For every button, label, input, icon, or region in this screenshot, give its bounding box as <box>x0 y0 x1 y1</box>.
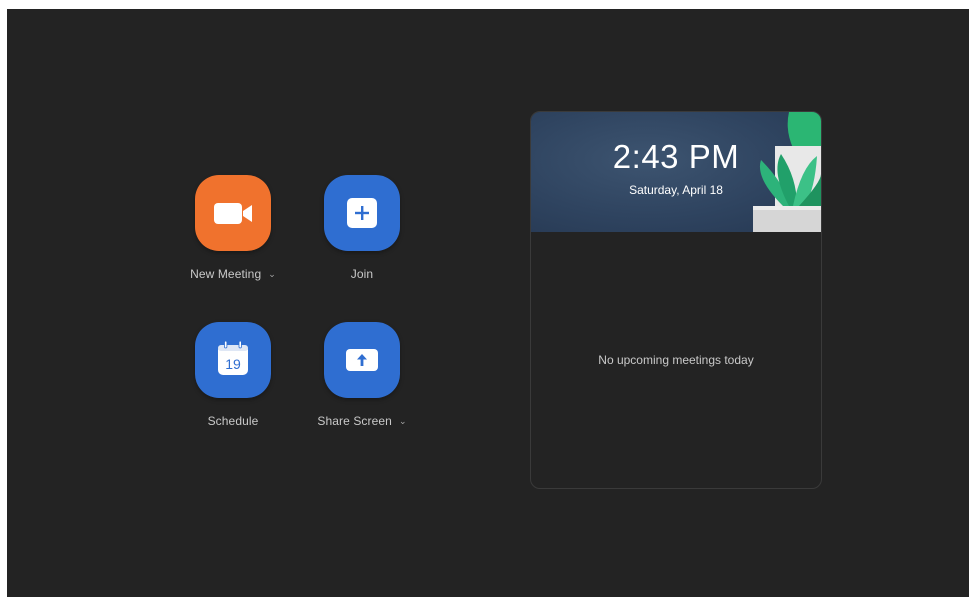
plus-icon <box>347 198 377 228</box>
share-screen-action[interactable]: Share Screen ⌄ <box>292 322 432 428</box>
calendar-day-text: 19 <box>225 356 241 372</box>
join-label: Join <box>350 267 374 281</box>
schedule-button[interactable]: 19 <box>195 322 271 398</box>
schedule-label-row: Schedule <box>163 414 303 428</box>
calendar-icon: 19 <box>218 340 248 375</box>
schedule-action[interactable]: 19 Schedule <box>163 322 303 428</box>
upload-arrow-icon <box>346 349 378 371</box>
join-action[interactable]: Join <box>292 175 432 281</box>
share-screen-label: Share Screen <box>317 414 392 428</box>
no-meetings-message: No upcoming meetings today <box>598 353 754 367</box>
new-meeting-label-row: New Meeting ⌄ <box>163 267 303 281</box>
zoom-home-window: New Meeting ⌄ Join 19 Schedule Share Scr… <box>7 9 969 597</box>
clock-banner: 2:43 PM Saturday, April 18 <box>531 112 821 232</box>
chevron-down-icon[interactable]: ⌄ <box>268 269 276 280</box>
current-date: Saturday, April 18 <box>629 183 723 197</box>
share-screen-button[interactable] <box>324 322 400 398</box>
video-camera-icon <box>214 203 252 224</box>
new-meeting-label: New Meeting <box>190 267 262 281</box>
upcoming-meetings-card: 2:43 PM Saturday, April 18 No upcoming m… <box>530 111 822 489</box>
join-button[interactable] <box>324 175 400 251</box>
new-meeting-button[interactable] <box>195 175 271 251</box>
chevron-down-icon[interactable]: ⌄ <box>399 416 407 427</box>
join-label-row: Join <box>292 267 432 281</box>
share-screen-label-row: Share Screen ⌄ <box>292 414 432 428</box>
schedule-label: Schedule <box>207 414 259 428</box>
new-meeting-action[interactable]: New Meeting ⌄ <box>163 175 303 281</box>
current-time: 2:43 PM <box>612 138 740 175</box>
